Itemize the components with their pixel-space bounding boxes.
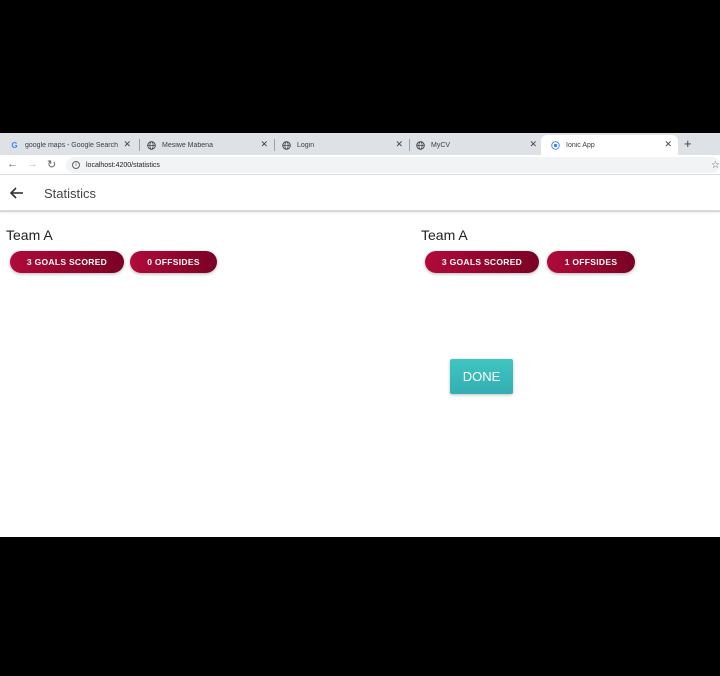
close-icon[interactable]: ✕ — [123, 139, 131, 150]
globe-icon — [416, 140, 425, 150]
url-text: localhost:4200/statistics — [86, 161, 160, 169]
team-panel-left: Team A — [6, 227, 53, 243]
info-icon[interactable]: i — [72, 161, 80, 169]
browser-toolbar: ← → ↻ i localhost:4200/statistics ☆ — [0, 155, 720, 175]
address-bar[interactable]: i localhost:4200/statistics ☆ — [66, 157, 720, 173]
tab-strip: G google maps - Google Search ✕ Mesiwe M… — [0, 133, 720, 155]
ionic-icon — [551, 140, 560, 150]
back-arrow-icon[interactable] — [9, 185, 25, 201]
app-header: Statistics — [0, 176, 720, 212]
back-arrow-icon[interactable]: ← — [7, 158, 18, 170]
tab-title: MyCV — [431, 141, 451, 149]
letterbox-frame: G google maps - Google Search ✕ Mesiwe M… — [0, 0, 720, 676]
globe-icon — [282, 140, 291, 150]
tab-mesiwe-mabena[interactable]: Mesiwe Mabena ✕ — [137, 135, 274, 155]
globe-icon — [147, 140, 156, 150]
reload-icon[interactable]: ↻ — [47, 158, 56, 171]
forward-arrow-icon[interactable]: → — [27, 158, 38, 170]
team-name: Team A — [421, 227, 468, 243]
tab-title: Ionic App — [566, 141, 595, 149]
tab-title: Login — [297, 141, 315, 149]
tab-title: google maps - Google Search — [25, 141, 118, 149]
bookmark-star-icon[interactable]: ☆ — [711, 160, 720, 171]
close-icon[interactable]: ✕ — [260, 139, 268, 150]
tab-google-maps[interactable]: G google maps - Google Search ✕ — [0, 135, 137, 155]
goals-scored-chip[interactable]: 3 GOALS SCORED — [10, 251, 124, 273]
done-button[interactable]: DONE — [450, 359, 513, 394]
google-icon: G — [11, 140, 18, 150]
team-name: Team A — [6, 227, 53, 243]
team-panel-right: Team A — [421, 227, 468, 243]
close-icon[interactable]: ✕ — [395, 139, 403, 150]
tab-title: Mesiwe Mabena — [162, 141, 213, 149]
goals-scored-chip[interactable]: 3 GOALS SCORED — [425, 251, 539, 273]
tab-ionic-app[interactable]: Ionic App ✕ — [541, 135, 678, 155]
offsides-chip[interactable]: 0 OFFSIDES — [130, 251, 217, 273]
new-tab-icon[interactable]: + — [684, 136, 692, 151]
tab-mycv[interactable]: MyCV ✕ — [406, 135, 543, 155]
close-icon[interactable]: ✕ — [529, 139, 537, 150]
offsides-chip[interactable]: 1 OFFSIDES — [547, 251, 635, 273]
tab-login[interactable]: Login ✕ — [272, 135, 409, 155]
page-title: Statistics — [44, 186, 97, 201]
close-icon[interactable]: ✕ — [664, 139, 672, 150]
browser-window: G google maps - Google Search ✕ Mesiwe M… — [0, 133, 720, 537]
